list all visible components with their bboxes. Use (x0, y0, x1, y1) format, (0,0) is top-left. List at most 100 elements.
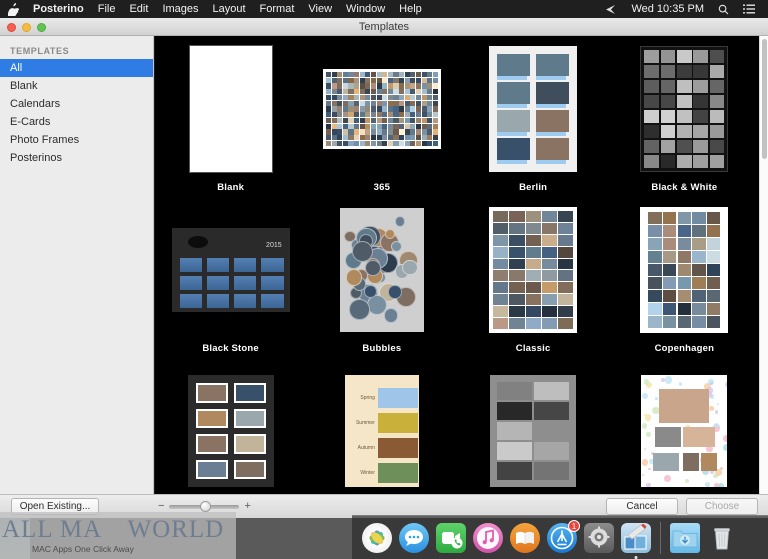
running-indicator-dot (634, 555, 638, 559)
photo-tile (370, 140, 376, 146)
menu-item-file[interactable]: File (91, 0, 123, 18)
dock: 1 (352, 515, 768, 559)
confetti-dot (646, 482, 651, 487)
photo-tile (493, 246, 509, 258)
menu-item-images[interactable]: Images (155, 0, 205, 18)
template-card[interactable]: Spring Summer Autumn Winter (306, 366, 457, 504)
season-photo (377, 438, 418, 458)
template-card[interactable]: Bubbles (306, 205, 457, 354)
menu-item-window[interactable]: Window (339, 0, 392, 18)
menu-item-help[interactable]: Help (392, 0, 429, 18)
photo-tile (359, 106, 365, 112)
facetime-icon (442, 531, 463, 548)
zoom-out-icon[interactable]: − (158, 501, 164, 512)
zoom-slider-track[interactable] (169, 500, 240, 512)
photo-tile (660, 154, 676, 168)
dock-item-ibooks[interactable] (510, 522, 540, 553)
dock-item-messages[interactable] (399, 522, 429, 553)
cancel-button[interactable]: Cancel (606, 498, 678, 515)
bluetooth-icon[interactable] (598, 4, 624, 15)
template-card[interactable] (155, 366, 306, 504)
menu-item-view[interactable]: View (301, 0, 339, 18)
template-card[interactable] (609, 366, 760, 504)
photo-tile (493, 234, 509, 246)
template-label: Classic (515, 343, 551, 354)
template-label: Berlin (519, 182, 548, 193)
photo-tile (644, 109, 660, 124)
choose-button[interactable]: Choose (686, 498, 758, 515)
photo-tile (404, 77, 410, 83)
photo-tile (404, 94, 410, 101)
photo-tile (663, 277, 677, 289)
zoom-in-icon[interactable]: + (244, 501, 250, 512)
photo-tile (370, 89, 376, 95)
photo-tile (348, 106, 354, 112)
confetti-photo (701, 453, 718, 471)
menu-item-format[interactable]: Format (253, 0, 302, 18)
dock-item-posterino[interactable] (621, 522, 651, 559)
template-card[interactable]: Black & White (609, 44, 760, 193)
dock-item-system-preferences[interactable] (584, 522, 614, 553)
dock-item-trash[interactable] (707, 523, 737, 553)
photo-tile (541, 246, 557, 258)
photo-tile (660, 139, 676, 154)
zoom-slider-knob[interactable] (200, 500, 212, 512)
photo-tile (404, 83, 410, 89)
menu-item-posterino[interactable]: Posterino (26, 0, 91, 18)
photo-tile (534, 402, 570, 420)
template-card[interactable]: Blank (155, 44, 306, 193)
photo-tile (497, 382, 533, 400)
dock-item-downloads[interactable] (670, 522, 700, 553)
template-card[interactable]: 2015 Black Stone (155, 205, 306, 354)
photo-tile (432, 112, 438, 118)
sidebar-item-photo-frames[interactable]: Photo Frames (0, 131, 153, 149)
menu-item-layout[interactable]: Layout (206, 0, 253, 18)
sidebar-item-ecards[interactable]: E-Cards (0, 113, 153, 131)
menu-item-edit[interactable]: Edit (122, 0, 155, 18)
photo-tile (382, 135, 388, 141)
template-card[interactable]: Berlin (458, 44, 609, 193)
framed-photo (195, 408, 228, 428)
photo-tile (376, 106, 382, 112)
menu-bar-clock[interactable]: Wed 10:35 PM (624, 0, 711, 18)
berlin-photo-row (497, 138, 570, 164)
sidebar-item-all[interactable]: All (0, 59, 153, 77)
sidebar-item-calendars[interactable]: Calendars (0, 95, 153, 113)
scrollbar-thumb[interactable] (762, 39, 767, 159)
framed-photo (195, 434, 228, 454)
template-card[interactable]: Classic (458, 205, 609, 354)
confetti-dot (725, 381, 728, 388)
control-center-list-icon[interactable] (736, 4, 762, 14)
photo-tile (497, 402, 533, 420)
photo-tile (393, 123, 399, 129)
zoom-slider-control[interactable]: − + (158, 500, 251, 512)
photo-tile (541, 282, 557, 294)
photo-tile (387, 140, 393, 146)
dock-item-app-store[interactable]: 1 (547, 519, 580, 553)
photo-tile (541, 222, 557, 234)
dock-item-itunes[interactable] (473, 522, 503, 553)
window-title-bar[interactable]: Templates (0, 18, 768, 36)
dock-item-facetime[interactable] (436, 522, 466, 553)
sidebar-item-blank[interactable]: Blank (0, 77, 153, 95)
photo-tile (525, 270, 541, 282)
template-card[interactable]: 365 (306, 44, 457, 193)
dock-item-photos[interactable] (362, 522, 392, 553)
photo-tile (393, 129, 399, 135)
photo-tile (325, 123, 331, 129)
sidebar-item-posterinos[interactable]: Posterinos (0, 149, 153, 167)
vertical-scrollbar[interactable] (759, 36, 768, 512)
photo-tile (354, 129, 360, 135)
confetti-dot (705, 482, 710, 487)
template-browser[interactable]: Blank 365 Berlin Black & White 2015 Blac… (155, 36, 768, 512)
photo-tile (663, 238, 677, 250)
apple-logo-icon[interactable] (0, 2, 26, 16)
search-icon[interactable] (711, 4, 736, 15)
photo-tile (359, 94, 365, 101)
photo-bubble (390, 240, 403, 253)
template-card[interactable]: Copenhagen (609, 205, 760, 354)
photo-tile (427, 106, 433, 112)
template-card[interactable] (458, 366, 609, 504)
photo-tile (707, 290, 721, 302)
calendar-month-block (234, 276, 257, 290)
